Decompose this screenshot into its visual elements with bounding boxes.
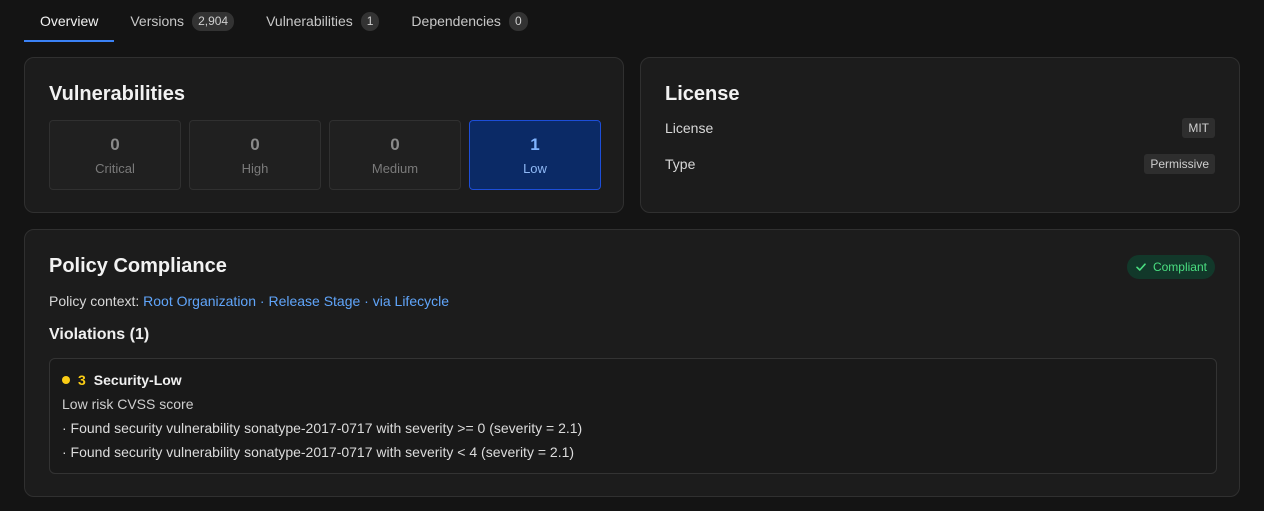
license-value-badge: MIT xyxy=(1182,118,1215,138)
compliant-status-badge: Compliant xyxy=(1126,255,1215,279)
check-icon xyxy=(1136,263,1146,271)
severity-medium[interactable]: 0 Medium xyxy=(329,120,461,190)
severity-count: 0 xyxy=(250,134,260,154)
severity-label: High xyxy=(241,160,269,176)
license-type-key: Type xyxy=(665,156,696,172)
violation-reason: · Found security vulnerability sonatype-… xyxy=(62,444,575,460)
policy-compliance-card: Policy Compliance Compliant Policy conte… xyxy=(24,229,1240,497)
license-type-badge: Permissive xyxy=(1144,154,1215,174)
violation-description: Low risk CVSS score xyxy=(62,396,194,412)
root-organization-link[interactable]: Root Organization xyxy=(143,293,256,309)
license-key: License xyxy=(665,120,714,136)
license-type-row: Type Permissive xyxy=(665,154,1215,174)
license-card: License License MIT Type Permissive xyxy=(640,57,1240,213)
severity-count: 0 xyxy=(110,134,120,154)
tab-dependencies[interactable]: Dependencies 0 xyxy=(395,0,543,42)
tab-bar: Overview Versions 2,904 Vulnerabilities … xyxy=(24,0,544,42)
vulnerabilities-card: Vulnerabilities 0 Critical 0 High 0 Medi… xyxy=(24,57,624,213)
tab-versions[interactable]: Versions 2,904 xyxy=(114,0,250,42)
release-stage-link[interactable]: Release Stage xyxy=(268,293,360,309)
tab-label: Overview xyxy=(40,13,99,29)
severity-critical[interactable]: 0 Critical xyxy=(49,120,181,190)
severity-label: Critical xyxy=(95,160,135,176)
count-badge: 1 xyxy=(360,11,380,31)
severity-label: Medium xyxy=(371,160,419,176)
violation-item: 3 Security-Low Low risk CVSS score · Fou… xyxy=(49,358,1217,474)
policy-context: Policy context: Root Organization · Rele… xyxy=(49,293,449,309)
severity-high[interactable]: 0 High xyxy=(189,120,321,190)
policy-title: Policy Compliance xyxy=(49,255,227,277)
severity-grid: 0 Critical 0 High 0 Medium 1 Low xyxy=(49,120,601,190)
violation-header: 3 Security-Low xyxy=(62,372,182,388)
policy-name: Security-Low xyxy=(93,372,182,388)
license-row: License MIT xyxy=(665,118,1215,138)
policy-context-label: Policy context: xyxy=(49,293,140,309)
separator: · xyxy=(360,293,373,309)
tab-vulnerabilities[interactable]: Vulnerabilities 1 xyxy=(250,0,395,42)
tab-label: Versions xyxy=(130,13,185,29)
severity-count: 1 xyxy=(530,134,540,154)
via-lifecycle-link[interactable]: via Lifecycle xyxy=(373,293,449,309)
tab-overview[interactable]: Overview xyxy=(24,0,115,42)
tab-label: Vulnerabilities xyxy=(266,13,353,29)
threat-dot-icon xyxy=(62,376,70,384)
vulnerabilities-title: Vulnerabilities xyxy=(49,83,185,105)
severity-label: Low xyxy=(523,160,547,176)
violation-reason: · Found security vulnerability sonatype-… xyxy=(62,420,583,436)
count-badge: 0 xyxy=(508,11,528,31)
threat-level: 3 xyxy=(78,372,86,388)
license-title: License xyxy=(665,83,740,105)
compliant-label: Compliant xyxy=(1152,260,1207,274)
violations-title: Violations (1) xyxy=(49,326,150,343)
count-badge: 2,904 xyxy=(192,11,235,31)
severity-low[interactable]: 1 Low xyxy=(469,120,601,190)
separator: · xyxy=(256,293,269,309)
tab-label: Dependencies xyxy=(411,13,501,29)
severity-count: 0 xyxy=(390,134,400,154)
